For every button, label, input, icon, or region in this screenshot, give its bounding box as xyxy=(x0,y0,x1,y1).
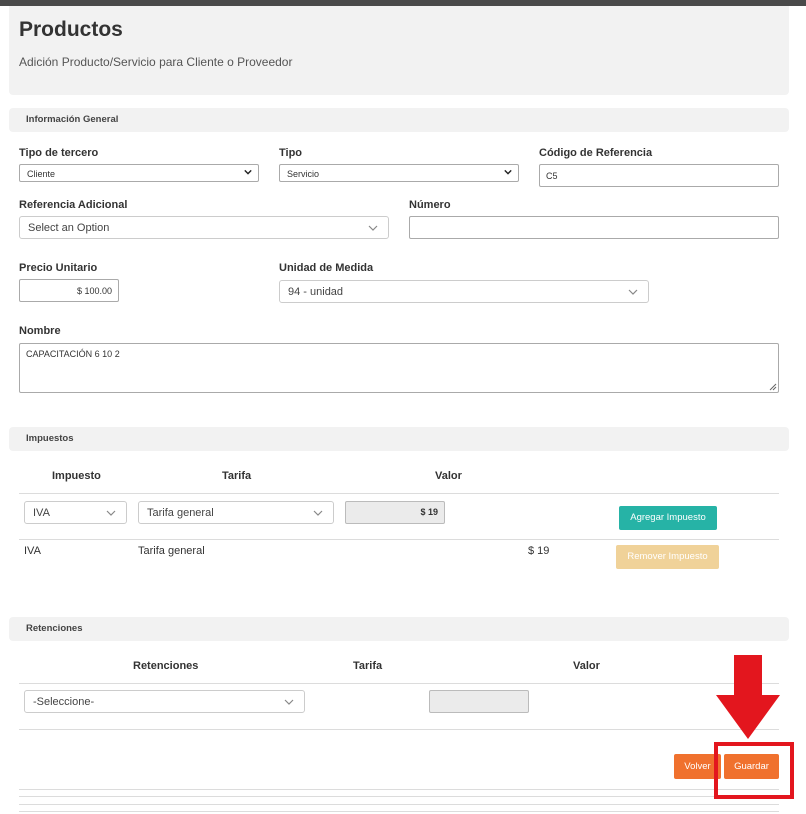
divider xyxy=(19,811,779,812)
precio-unitario-label: Precio Unitario xyxy=(19,262,98,274)
retencion-select[interactable]: -Seleccione- xyxy=(24,690,305,713)
column-header-valor: Valor xyxy=(573,660,600,672)
remove-tax-button[interactable]: Remover Impuesto xyxy=(616,545,719,569)
tipo-tercero-value: Cliente xyxy=(27,169,56,179)
referencia-adicional-value: Select an Option xyxy=(28,222,110,234)
tipo-tercero-label: Tipo de tercero xyxy=(19,147,99,159)
tipo-select[interactable]: Servicio xyxy=(279,164,519,182)
precio-unitario-input[interactable]: $ 100.00 xyxy=(19,279,119,302)
tipo-value: Servicio xyxy=(287,169,320,179)
page-header: Productos Adición Producto/Servicio para… xyxy=(9,6,789,95)
tax-row-valor: $ 19 xyxy=(528,545,550,557)
divider xyxy=(19,493,779,494)
tarifa-select[interactable]: Tarifa general xyxy=(138,501,334,524)
tax-row-impuesto: IVA xyxy=(24,545,41,557)
column-header-impuesto: Impuesto xyxy=(52,470,101,482)
tax-row-tarifa: Tarifa general xyxy=(138,545,205,557)
unidad-medida-value: 94 - unidad xyxy=(288,286,344,298)
numero-input[interactable] xyxy=(409,216,779,239)
column-header-tarifa: Tarifa xyxy=(353,660,383,672)
divider xyxy=(19,804,779,805)
numero-label: Número xyxy=(409,199,451,211)
referencia-adicional-label: Referencia Adicional xyxy=(19,199,128,211)
chevron-down-icon xyxy=(628,289,638,295)
resize-handle-icon[interactable] xyxy=(769,383,777,391)
unidad-medida-label: Unidad de Medida xyxy=(279,262,374,274)
chevron-down-icon xyxy=(106,510,116,516)
retencion-valor-field xyxy=(429,690,529,713)
chevron-down-icon xyxy=(504,169,512,175)
column-header-tarifa: Tarifa xyxy=(222,470,252,482)
chevron-down-icon xyxy=(244,169,252,175)
tarifa-select-value: Tarifa general xyxy=(147,507,214,519)
tipo-tercero-select[interactable]: Cliente xyxy=(19,164,259,182)
page-subtitle: Adición Producto/Servicio para Cliente o… xyxy=(19,55,293,69)
column-header-valor: Valor xyxy=(435,470,462,482)
referencia-adicional-select[interactable]: Select an Option xyxy=(19,216,389,239)
codigo-referencia-label: Código de Referencia xyxy=(539,147,653,159)
unidad-medida-select[interactable]: 94 - unidad xyxy=(279,280,649,303)
divider xyxy=(19,539,779,540)
divider xyxy=(19,683,779,684)
nombre-label: Nombre xyxy=(19,325,61,337)
chevron-down-icon xyxy=(368,225,378,231)
add-tax-button[interactable]: Agregar Impuesto xyxy=(619,506,717,530)
page-title: Productos xyxy=(19,18,123,41)
nombre-value: CAPACITACIÓN 6 10 2 xyxy=(26,349,120,359)
retencion-select-value: -Seleccione- xyxy=(33,696,95,708)
codigo-referencia-input[interactable]: C5 xyxy=(539,164,779,187)
section-header-general: Información General xyxy=(9,108,789,132)
section-header-retenciones: Retenciones xyxy=(9,617,789,641)
divider xyxy=(19,789,779,790)
impuesto-valor-field: $ 19 xyxy=(345,501,445,524)
chevron-down-icon xyxy=(284,699,294,705)
divider xyxy=(19,796,779,797)
section-header-impuestos: Impuestos xyxy=(9,427,789,451)
tipo-label: Tipo xyxy=(279,147,303,159)
impuesto-select[interactable]: IVA xyxy=(24,501,127,524)
red-highlight-box xyxy=(714,742,794,799)
chevron-down-icon xyxy=(313,510,323,516)
column-header-retenciones: Retenciones xyxy=(133,660,199,672)
divider xyxy=(19,729,779,730)
impuesto-select-value: IVA xyxy=(33,507,50,519)
red-arrow-annotation-icon xyxy=(716,655,780,739)
nombre-textarea[interactable]: CAPACITACIÓN 6 10 2 xyxy=(19,343,779,393)
